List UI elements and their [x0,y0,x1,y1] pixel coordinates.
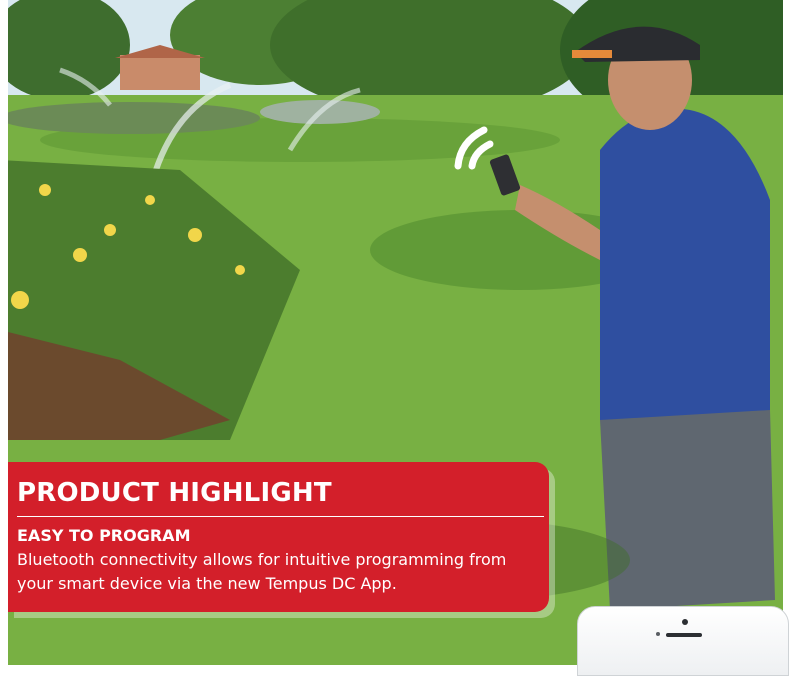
divider [17,516,544,517]
highlight-subtitle: EASY TO PROGRAM [17,526,191,545]
highlight-body: Bluetooth connectivity allows for intuit… [17,550,507,593]
wifi-signal-icon [454,126,494,170]
phone-sensor-dot [656,632,660,636]
left-margin [0,0,8,665]
phone-camera-dot [682,619,688,625]
right-margin [783,0,789,665]
smartphone-icon [577,606,789,676]
phone-speaker [666,633,702,637]
highlight-title: PRODUCT HIGHLIGHT [17,478,332,508]
product-highlight-panel: PRODUCT HIGHLIGHT EASY TO PROGRAM Blueto… [8,462,549,612]
